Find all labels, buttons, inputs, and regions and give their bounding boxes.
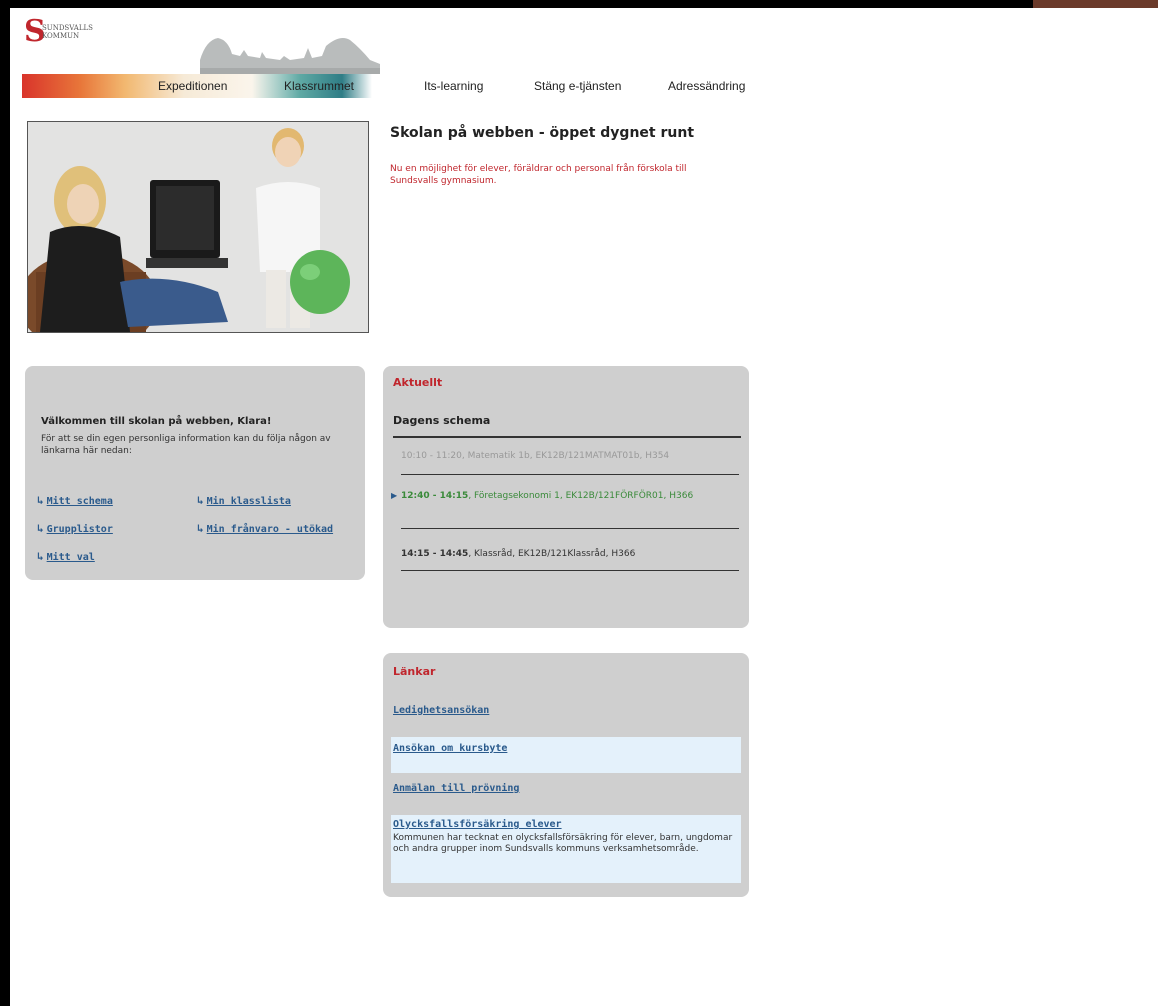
window-left-border	[0, 0, 10, 1006]
hero-text: Nu en möjlighet för elever, föräldrar oc…	[390, 164, 687, 186]
logo-line-1: SUNDSVALLS	[42, 24, 93, 32]
link-label: Grupplistor	[46, 524, 113, 535]
link-row-highlight: Olycksfallsförsäkring elever Kommunen ha…	[391, 815, 741, 883]
link-arrow-icon: ↳	[197, 522, 204, 535]
logo-text: SUNDSVALLS KOMMUN	[42, 24, 93, 40]
welcome-panel: Välkommen till skolan på webben, Klara! …	[25, 366, 365, 580]
city-skyline-graphic	[200, 38, 380, 74]
link-olycksfallsforsakring[interactable]: Olycksfallsförsäkring elever	[393, 819, 562, 830]
nav-adressandring[interactable]: Adressändring	[668, 79, 745, 93]
link-arrow-icon: ↳	[37, 550, 44, 563]
link-ansokan-om-kursbyte[interactable]: Ansökan om kursbyte	[393, 743, 507, 754]
sundsvalls-kommun-logo[interactable]: S SUNDSVALLS KOMMUN	[24, 14, 104, 54]
logo-line-2: KOMMUN	[42, 32, 80, 40]
schedule-time: 14:15 - 14:45	[401, 549, 469, 559]
olycksfall-description: Kommunen har tecknat en olycksfallsförsä…	[393, 833, 733, 854]
link-ledighetsansokan[interactable]: Ledighetsansökan	[393, 705, 489, 716]
link-min-franvaro-utokad[interactable]: ↳ Min frånvaro - utökad	[197, 522, 333, 535]
schedule-item-upcoming: 14:15 - 14:45, Klassråd, EK12B/121Klassr…	[401, 548, 731, 560]
welcome-title: Välkommen till skolan på webben, Klara!	[41, 416, 272, 427]
link-arrow-icon: ↳	[37, 494, 44, 507]
schedule-divider	[401, 528, 739, 529]
hero-title: Skolan på webben - öppet dygnet runt	[390, 125, 695, 141]
nav-expeditionen[interactable]: Expeditionen	[158, 79, 227, 93]
window-top-border	[0, 0, 1158, 8]
link-arrow-icon: ↳	[37, 522, 44, 535]
schedule-divider	[401, 474, 739, 475]
schedule-details: , Matematik 1b, EK12B/121MATMAT01b, H354	[461, 451, 670, 461]
lankar-title: Länkar	[393, 665, 436, 678]
link-mitt-val[interactable]: ↳ Mitt val	[37, 550, 95, 563]
page: S SUNDSVALLS KOMMUN Expeditionen Klassru…	[10, 8, 1158, 1006]
link-grupplistor[interactable]: ↳ Grupplistor	[37, 522, 113, 535]
main-navigation: Expeditionen Klassrummet Its-learning St…	[22, 74, 758, 98]
aktuellt-panel: Aktuellt Dagens schema 10:10 - 11:20, Ma…	[383, 366, 749, 628]
link-label: Min klasslista	[206, 496, 291, 507]
link-min-klasslista[interactable]: ↳ Min klasslista	[197, 494, 291, 507]
lankar-panel: Länkar Ledighetsansökan Ansökan om kursb…	[383, 653, 749, 897]
nav-its-learning[interactable]: Its-learning	[424, 79, 483, 93]
schedule-time: 12:40 - 14:15	[401, 491, 469, 501]
link-arrow-icon: ↳	[197, 494, 204, 507]
link-mitt-schema[interactable]: ↳ Mitt schema	[37, 494, 113, 507]
link-anmalan-till-provning[interactable]: Anmälan till prövning	[393, 783, 519, 794]
schedule-item-past: 10:10 - 11:20, Matematik 1b, EK12B/121MA…	[401, 450, 731, 462]
link-label: Min frånvaro - utökad	[206, 524, 334, 535]
schedule-details: , Företagsekonomi 1, EK12B/121FÖRFÖR01, …	[468, 491, 694, 501]
welcome-text: För att se din egen personliga informati…	[41, 434, 331, 456]
nav-klassrummet[interactable]: Klassrummet	[284, 79, 354, 93]
link-label: Mitt val	[46, 552, 95, 563]
schedule-time: 10:10 - 11:20	[401, 451, 462, 461]
schedule-item-current: ▶ 12:40 - 14:15, Företagsekonomi 1, EK12…	[391, 490, 731, 502]
window-corner-decoration	[1033, 0, 1158, 8]
dagens-schema-heading: Dagens schema	[393, 414, 491, 427]
hero-photo	[27, 121, 369, 333]
hero-illustration	[28, 122, 368, 332]
schedule-divider	[401, 570, 739, 571]
link-label: Mitt schema	[46, 496, 113, 507]
aktuellt-title: Aktuellt	[393, 376, 443, 389]
nav-stang-e-tjansten[interactable]: Stäng e-tjänsten	[534, 79, 621, 93]
schedule-divider	[393, 436, 741, 438]
site-header: S SUNDSVALLS KOMMUN Expeditionen Klassru…	[22, 12, 758, 98]
schedule-details: , Klassråd, EK12B/121Klassråd, H366	[468, 549, 636, 559]
current-item-arrow-icon: ▶	[391, 491, 398, 500]
